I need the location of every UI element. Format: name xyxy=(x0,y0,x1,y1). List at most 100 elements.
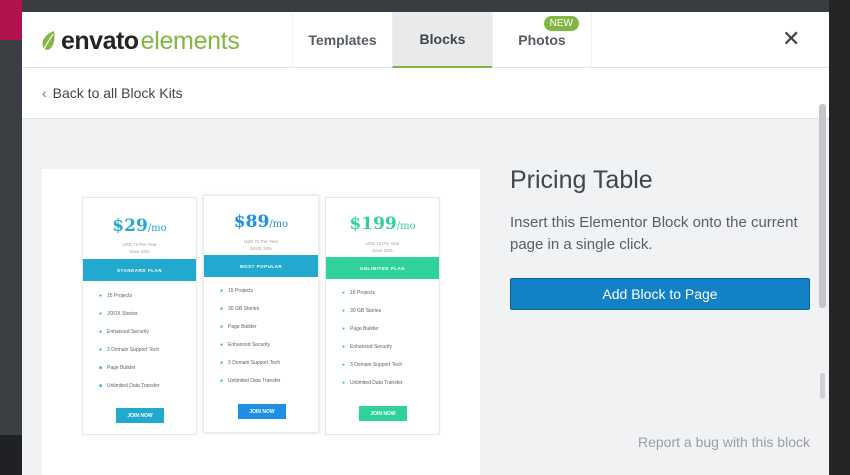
feature-label: 30 GB Stories xyxy=(228,306,260,312)
add-block-button[interactable]: Add Block to Page xyxy=(510,278,810,310)
check-icon: ● xyxy=(99,329,103,335)
plan-yearly-note: USD 72 Per Year xyxy=(243,239,279,244)
back-to-block-kits-link[interactable]: ‹ Back to all Block Kits xyxy=(42,85,183,101)
price-currency: $ xyxy=(233,212,246,232)
logo-word-elements: elements xyxy=(140,27,240,55)
pricing-plan-standard: $29/mo USD 72 Per Year Save 33% STANDARD… xyxy=(82,197,197,435)
feature-label: Page Builder xyxy=(107,365,136,371)
editor-top-strip xyxy=(0,0,850,12)
price-period: /mo xyxy=(269,219,289,230)
plan-price: $29/mo xyxy=(83,216,196,236)
tab-photos-label: Photos xyxy=(518,32,566,48)
library-tabs: Templates Blocks Photos NEW xyxy=(292,12,592,68)
feature-label: Enhanced Security xyxy=(107,329,150,335)
feature-item: ● Unlimited Data Transfer xyxy=(342,374,432,392)
feature-label: Unlimited Data Transfer xyxy=(350,380,403,386)
feature-label: Unlimited Data Transfer xyxy=(228,378,281,384)
check-icon: ● xyxy=(99,347,103,353)
plan-join-button: JOIN NOW xyxy=(359,406,407,421)
editor-left-panel xyxy=(0,40,22,435)
plan-join-button: JOIN NOW xyxy=(238,404,286,419)
plan-yearly-note: USD 72 Per Year xyxy=(122,242,157,247)
check-icon: ● xyxy=(342,344,346,350)
feature-label: Page Builder xyxy=(350,326,379,332)
feature-label: Enhanced Security xyxy=(350,344,393,350)
price-period: /mo xyxy=(396,221,416,232)
feature-label: 15 Projects xyxy=(107,293,133,299)
close-icon[interactable]: ✕ xyxy=(782,28,800,50)
plan-yearly-note: USD 72 Per Year xyxy=(365,241,400,246)
modal-header: envato elements Templates Blocks Photos … xyxy=(22,12,829,68)
price-currency: $ xyxy=(349,214,362,234)
feature-item: ● Unlimited Data Transfer xyxy=(220,372,310,390)
feature-item: ● 15 Projects xyxy=(99,287,189,305)
tab-photos[interactable]: Photos NEW xyxy=(492,12,592,68)
chevron-left-icon: ‹ xyxy=(42,85,47,101)
check-icon: ● xyxy=(99,311,103,317)
feature-item: ● Enhanced Security xyxy=(220,336,310,354)
check-icon: ● xyxy=(342,326,346,332)
plan-price: $199/mo xyxy=(326,214,439,234)
new-badge: NEW xyxy=(543,16,579,31)
block-title: Pricing Table xyxy=(510,166,653,194)
logo-word-envato: envato xyxy=(61,27,139,55)
check-icon: ● xyxy=(342,290,346,296)
feature-label: 3 Domain Support Tech xyxy=(107,347,160,353)
check-icon: ● xyxy=(220,288,224,294)
report-bug-link[interactable]: Report a bug with this block xyxy=(638,434,810,450)
template-library-modal: envato elements Templates Blocks Photos … xyxy=(22,12,829,475)
block-preview-image: $29/mo USD 72 Per Year Save 33% STANDARD… xyxy=(42,169,480,475)
feature-label: 15 Projects xyxy=(350,290,376,296)
plan-band: STANDARD PLAN xyxy=(83,259,196,281)
editor-bottom-left xyxy=(0,435,22,475)
pricing-plan-popular: $89/mo USD 72 Per Year SAVE 33% MOST POP… xyxy=(203,195,319,433)
check-icon: ● xyxy=(220,306,224,312)
tab-blocks-label: Blocks xyxy=(419,31,466,47)
envato-elements-logo: envato elements xyxy=(40,26,240,56)
block-description: Insert this Elementor Block onto the cur… xyxy=(510,214,798,253)
check-icon: ● xyxy=(220,324,224,330)
tab-templates[interactable]: Templates xyxy=(292,12,392,68)
plan-price: $89/mo xyxy=(204,212,318,232)
check-icon: ● xyxy=(220,342,224,348)
check-icon: ● xyxy=(220,360,224,366)
checkbox-icon: ■ xyxy=(99,365,103,371)
feature-label: Page Builder xyxy=(228,324,257,330)
feature-label: Enhanced Security xyxy=(228,342,271,348)
feature-label: 15 Projects xyxy=(228,288,254,294)
feature-item: ● Enhanced Security xyxy=(342,338,432,356)
price-amount: 89 xyxy=(245,212,270,232)
feature-label: JOOX Stories xyxy=(107,311,138,317)
feature-item: ● 15 Projects xyxy=(342,284,432,302)
check-icon: ● xyxy=(342,380,346,386)
plan-save-note: Save 33% xyxy=(129,249,150,254)
back-bar: ‹ Back to all Block Kits xyxy=(22,68,829,119)
plan-save-note: SAVE 33% xyxy=(250,246,272,251)
check-icon: ● xyxy=(342,362,346,368)
feature-label: 30 GB Stories xyxy=(350,308,382,314)
pricing-plan-unlimited: $199/mo USD 72 Per Year Save 33% UNLIMIT… xyxy=(325,197,440,435)
tab-templates-label: Templates xyxy=(308,32,377,48)
tab-blocks[interactable]: Blocks xyxy=(392,12,492,68)
feature-label: Unlimited Data Transfer xyxy=(107,383,160,389)
scrollbar[interactable] xyxy=(819,104,826,308)
feature-item: ● 30 GB Stories xyxy=(342,302,432,320)
price-period: /mo xyxy=(147,223,167,234)
feature-item: ● Page Builder xyxy=(342,320,432,338)
price-amount: 199 xyxy=(361,214,397,234)
feature-item: ● 15 Projects xyxy=(220,282,310,300)
feature-item: ● JOOX Stories xyxy=(99,305,189,323)
feature-item: ● 30 GB Stories xyxy=(220,300,310,318)
feature-item: ● 3 Domain Support Tech xyxy=(220,354,310,372)
feature-item: ■ Unlimited Data Transfer xyxy=(99,377,189,395)
editor-menu-button xyxy=(0,0,22,40)
plan-band: MOST POPULAR xyxy=(204,255,318,277)
leaf-icon xyxy=(42,31,55,50)
plan-join-button: JOIN NOW xyxy=(116,408,164,423)
checkbox-icon: ■ xyxy=(99,383,103,389)
feature-item: ● 3 Domain Support Tech xyxy=(99,341,189,359)
feature-item: ● Page Builder xyxy=(220,318,310,336)
scrollbar-secondary[interactable] xyxy=(820,373,825,399)
editor-right-edge xyxy=(829,0,850,475)
back-link-label: Back to all Block Kits xyxy=(52,85,183,101)
